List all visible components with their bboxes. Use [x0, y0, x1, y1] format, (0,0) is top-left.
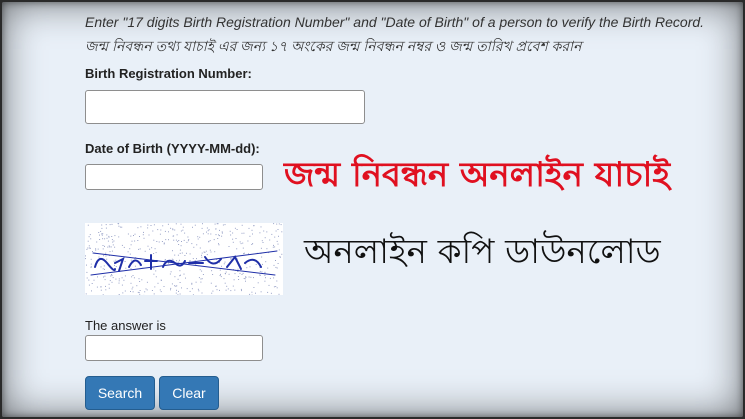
overlay-title-download: অনলাইন কপি ডাউনলোড	[304, 232, 661, 272]
overlay-title-verify: জন্ম নিবন্ধন অনলাইন যাচাই	[284, 155, 671, 195]
date-of-birth-input[interactable]	[85, 164, 263, 190]
birth-reg-label: Birth Registration Number:	[85, 66, 252, 81]
instruction-english: Enter "17 digits Birth Registration Numb…	[85, 14, 705, 30]
screen-frame: Enter "17 digits Birth Registration Numb…	[0, 0, 745, 419]
answer-label: The answer is	[85, 318, 166, 333]
clear-button[interactable]: Clear	[159, 376, 219, 410]
captcha-noise-graphic	[85, 223, 283, 296]
search-button[interactable]: Search	[85, 376, 155, 410]
dob-label: Date of Birth (YYYY-MM-dd):	[85, 141, 260, 156]
birth-reg-number-input[interactable]	[85, 90, 365, 124]
captcha-image	[85, 223, 283, 296]
verification-panel: Enter "17 digits Birth Registration Numb…	[2, 2, 743, 417]
captcha-answer-input[interactable]	[85, 335, 263, 361]
instruction-bangla: জন্ম নিবন্ধন তথ্য যাচাই এর জন্য ১৭ অংকের…	[85, 38, 582, 54]
